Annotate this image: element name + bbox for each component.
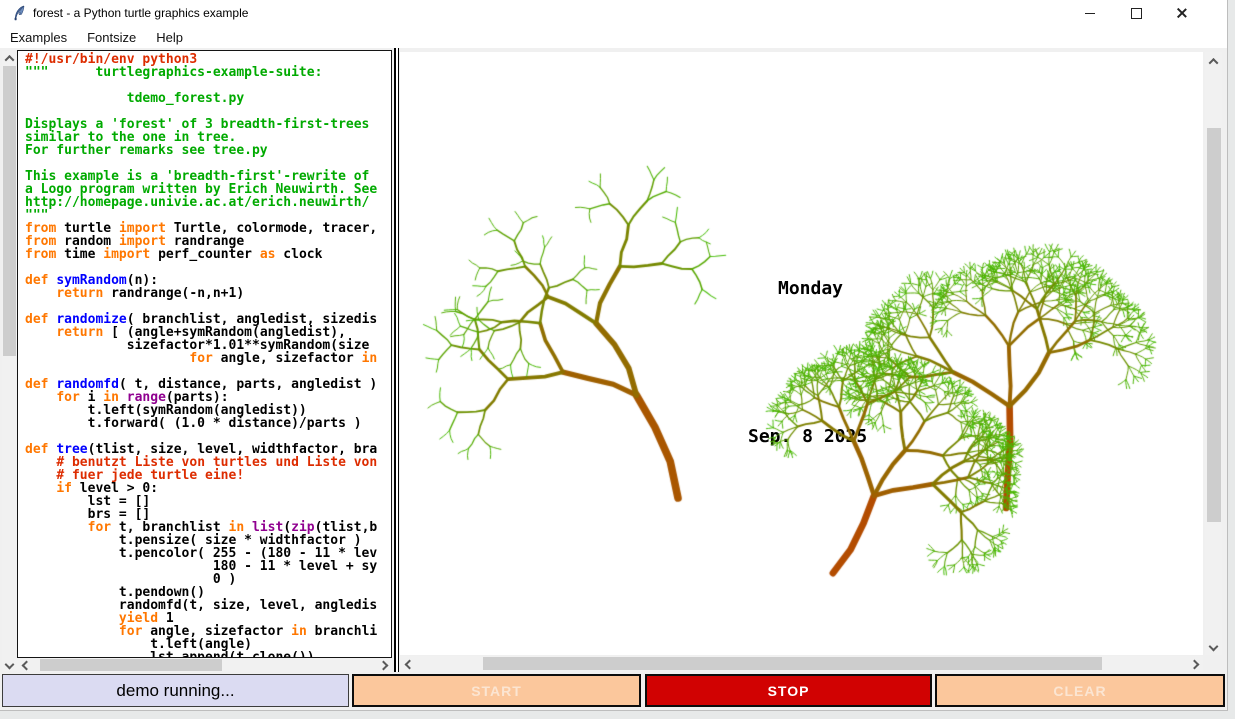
canvas-hscrollbar[interactable] xyxy=(400,656,1203,671)
close-button[interactable] xyxy=(1159,0,1205,26)
code-line: for angle, sizefactor in xyxy=(25,352,391,365)
stop-button[interactable]: STOP xyxy=(645,674,932,707)
menu-fontsize[interactable]: Fontsize xyxy=(77,28,146,47)
status-text: demo running... xyxy=(116,681,234,701)
scroll-up-icon[interactable] xyxy=(1206,54,1221,68)
minimize-icon xyxy=(1085,13,1095,14)
maximize-icon xyxy=(1131,8,1142,19)
maximize-button[interactable] xyxy=(1113,0,1159,26)
pane-divider[interactable] xyxy=(394,48,399,672)
code-line: t.forward( (1.0 * distance)/parts ) xyxy=(25,417,391,430)
code-line: lst.append(t.clone()) xyxy=(25,651,391,658)
editor-hscrollbar[interactable] xyxy=(17,658,392,672)
clear-button: CLEAR xyxy=(935,674,1225,707)
scroll-right-icon[interactable] xyxy=(376,658,390,672)
scroll-left-icon[interactable] xyxy=(402,657,416,671)
window-title: forest - a Python turtle graphics exampl… xyxy=(33,6,248,20)
canvas-hscroll-thumb[interactable] xyxy=(483,657,1102,670)
minimize-button[interactable] xyxy=(1067,0,1113,26)
editor-vscrollbar[interactable] xyxy=(2,51,17,671)
code-line: For further remarks see tree.py xyxy=(25,144,391,157)
code-line: """ turtlegraphics-example-suite: xyxy=(25,66,391,79)
start-button: START xyxy=(352,674,641,707)
code-line: from time import perf_counter as clock xyxy=(25,248,391,261)
close-icon xyxy=(1176,7,1188,19)
menu-help[interactable]: Help xyxy=(146,28,193,47)
code-line: http://homepage.univie.ac.at/erich.neuwi… xyxy=(25,196,391,209)
scroll-right-icon[interactable] xyxy=(1187,657,1201,671)
scroll-up-icon[interactable] xyxy=(2,51,17,65)
scroll-down-icon[interactable] xyxy=(1206,639,1221,653)
menu-examples[interactable]: Examples xyxy=(0,28,77,47)
code-line: return randrange(-n,n+1) xyxy=(25,287,391,300)
title-bar[interactable]: forest - a Python turtle graphics exampl… xyxy=(0,0,1227,26)
menu-bar: Examples Fontsize Help xyxy=(0,26,1227,48)
forest-trees-drawing xyxy=(400,52,1203,655)
app-window: forest - a Python turtle graphics exampl… xyxy=(0,0,1228,711)
editor-vscroll-thumb[interactable] xyxy=(3,66,16,356)
canvas-vscroll-thumb[interactable] xyxy=(1207,128,1221,522)
code-text: #!/usr/bin/env python3""" turtlegraphics… xyxy=(18,51,391,658)
canvas-vscrollbar[interactable] xyxy=(1205,52,1222,655)
scroll-left-icon[interactable] xyxy=(19,658,33,672)
editor-hscroll-thumb[interactable] xyxy=(40,659,222,671)
python-feather-icon xyxy=(12,5,26,21)
code-line: tdemo_forest.py xyxy=(25,92,391,105)
scroll-down-icon[interactable] xyxy=(2,657,17,671)
turtle-graphics-canvas[interactable]: Monday Sep. 8 2025 xyxy=(400,52,1203,655)
code-editor[interactable]: #!/usr/bin/env python3""" turtlegraphics… xyxy=(17,50,392,658)
status-bar: demo running... xyxy=(2,674,349,707)
